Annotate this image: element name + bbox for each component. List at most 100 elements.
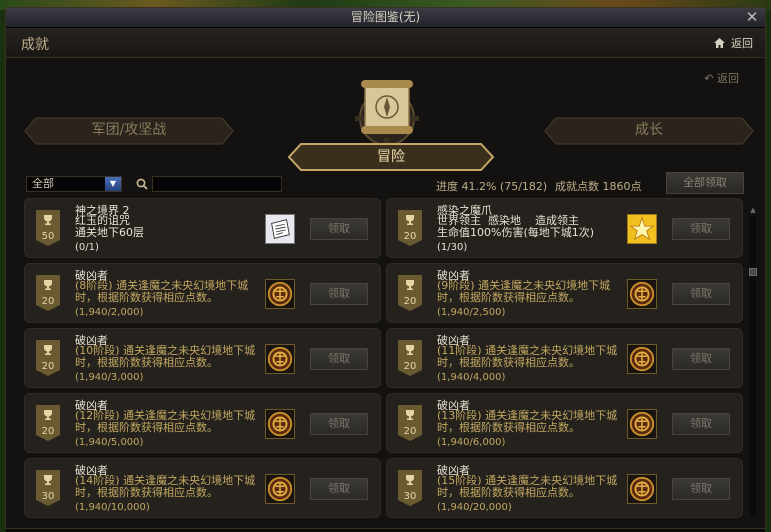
points-badge: 20 bbox=[398, 405, 422, 441]
search-icon[interactable] bbox=[136, 178, 148, 190]
achievement-card: 20 破凶者 (9阶段) 通关逢魔之未央幻境地下城时，根据阶数获得相应点数。 (… bbox=[386, 263, 743, 323]
achievement-desc: (13阶段) 通关逢魔之未央幻境地下城时，根据阶数获得相应点数。 bbox=[437, 409, 618, 434]
points-value: 20 bbox=[403, 231, 417, 242]
page-title: 成就 bbox=[21, 37, 49, 53]
emblem-reward-icon[interactable] bbox=[627, 279, 657, 309]
claim-button[interactable]: 领取 bbox=[672, 218, 730, 240]
tab-corps-siege[interactable]: 军团/攻坚战 bbox=[24, 117, 234, 145]
claim-button[interactable]: 领取 bbox=[310, 478, 368, 500]
category-select-value: 全部 bbox=[32, 177, 54, 190]
achievement-desc: (10阶段) 通关逢魔之未央幻境地下城时，根据阶数获得相应点数。 bbox=[75, 344, 256, 369]
tab-adventure[interactable]: 冒险 bbox=[287, 142, 495, 172]
emblem-reward-icon[interactable] bbox=[265, 409, 295, 439]
achievement-card: 20 破凶者 (10阶段) 通关逢魔之未央幻境地下城时，根据阶数获得相应点数。 … bbox=[24, 328, 381, 388]
claim-button[interactable]: 领取 bbox=[672, 348, 730, 370]
window-titlebar[interactable]: 冒险图鉴(无) ✕ bbox=[6, 8, 765, 28]
tab-corps-siege-label: 军团/攻坚战 bbox=[91, 122, 167, 138]
points-value: 20 bbox=[41, 361, 55, 372]
points-badge: 30 bbox=[36, 470, 60, 506]
gold-star-reward-icon[interactable] bbox=[627, 214, 657, 244]
achievement-progress: (1/30) bbox=[437, 242, 468, 253]
emblem-reward-icon[interactable] bbox=[627, 474, 657, 504]
scroll-track[interactable] bbox=[750, 216, 756, 516]
achievement-card: 20 破凶者 (11阶段) 通关逢魔之未央幻境地下城时，根据阶数获得相应点数。 … bbox=[386, 328, 743, 388]
achievement-progress: (1,940/4,000) bbox=[437, 372, 506, 383]
scroll-up-icon[interactable]: ▲ bbox=[749, 206, 757, 214]
achievement-progress: (1,940/3,000) bbox=[75, 372, 144, 383]
achievement-card: 20 感染之魔爪 世界领主 感染地 造成领主 生命值100%伤害(每地下城1次)… bbox=[386, 198, 743, 258]
points-value: 50 bbox=[41, 231, 55, 242]
achievement-card: 30 破凶者 (14阶段) 通关逢魔之未央幻境地下城时，根据阶数获得相应点数。 … bbox=[24, 458, 381, 518]
claim-button[interactable]: 领取 bbox=[310, 413, 368, 435]
claim-button[interactable]: 领取 bbox=[310, 283, 368, 305]
trophy-icon bbox=[406, 345, 414, 355]
emblem-reward-icon[interactable] bbox=[265, 474, 295, 504]
achievement-card: 50 神之境界 2 红玉的诅咒 通关地下60层 (0/1) 领取 bbox=[24, 198, 381, 258]
points-badge: 20 bbox=[398, 275, 422, 311]
achievement-points-readout: 成就点数 1860点 bbox=[555, 180, 642, 193]
trophy-icon bbox=[44, 345, 52, 355]
claim-button[interactable]: 领取 bbox=[672, 283, 730, 305]
home-return-button[interactable]: 返回 bbox=[714, 35, 753, 51]
points-badge: 20 bbox=[398, 210, 422, 246]
scroll-reward-icon[interactable] bbox=[265, 214, 295, 244]
scroll-compass-emblem-icon bbox=[355, 80, 419, 146]
points-value: 20 bbox=[403, 426, 417, 437]
achievement-progress: (1,940/2,500) bbox=[437, 307, 506, 318]
home-icon bbox=[714, 38, 725, 48]
achievement-card: 20 破凶者 (8阶段) 通关逢魔之未央幻境地下城时，根据阶数获得相应点数。 (… bbox=[24, 263, 381, 323]
trophy-icon bbox=[406, 215, 414, 225]
trophy-icon bbox=[406, 410, 414, 420]
claim-button[interactable]: 领取 bbox=[672, 478, 730, 500]
category-select[interactable]: 全部 ▼ bbox=[26, 176, 122, 192]
desc-line: 生命值100%伤害(每地下城1次) bbox=[437, 226, 595, 239]
points-value: 20 bbox=[41, 426, 55, 437]
achievement-desc: (9阶段) 通关逢魔之未央幻境地下城时，根据阶数获得相应点数。 bbox=[437, 279, 611, 304]
claim-all-button[interactable]: 全部领取 bbox=[666, 172, 744, 194]
points-badge: 20 bbox=[398, 340, 422, 376]
close-icon: ✕ bbox=[745, 8, 759, 26]
tab-growth[interactable]: 成长 bbox=[544, 117, 754, 145]
progress-readout: 进度 41.2% (75/182) bbox=[436, 180, 548, 193]
trophy-icon bbox=[44, 410, 52, 420]
achievement-desc: (14阶段) 通关逢魔之未央幻境地下城时，根据阶数获得相应点数。 bbox=[75, 474, 256, 499]
emblem-reward-icon[interactable] bbox=[265, 279, 295, 309]
achievement-progress: (1,940/2,000) bbox=[75, 307, 144, 318]
tab-growth-label: 成长 bbox=[635, 122, 663, 138]
points-badge: 50 bbox=[36, 210, 60, 246]
achievement-progress: (1,940/10,000) bbox=[75, 502, 150, 513]
emblem-reward-icon[interactable] bbox=[627, 409, 657, 439]
desc-line: 通关地下60层 bbox=[75, 226, 144, 239]
achievement-card: 20 破凶者 (13阶段) 通关逢魔之未央幻境地下城时，根据阶数获得相应点数。 … bbox=[386, 393, 743, 453]
section-header: 成就 返回 bbox=[6, 28, 765, 58]
list-scrollbar[interactable]: ▲ bbox=[748, 206, 758, 526]
claim-button[interactable]: 领取 bbox=[310, 218, 368, 240]
points-value: 30 bbox=[403, 491, 417, 502]
scroll-thumb[interactable] bbox=[749, 268, 757, 276]
points-value: 20 bbox=[403, 296, 417, 307]
achievement-progress: (0/1) bbox=[75, 242, 99, 253]
achievement-card: 20 破凶者 (12阶段) 通关逢魔之未央幻境地下城时，根据阶数获得相应点数。 … bbox=[24, 393, 381, 453]
tab-adventure-label: 冒险 bbox=[377, 149, 405, 165]
achievement-desc: 世界领主 感染地 造成领主 生命值100%伤害(每地下城1次) bbox=[437, 215, 637, 239]
emblem-reward-icon[interactable] bbox=[265, 344, 295, 374]
search-input[interactable] bbox=[152, 176, 282, 192]
chevron-down-icon[interactable]: ▼ bbox=[105, 177, 121, 191]
trophy-icon bbox=[406, 475, 414, 485]
emblem-reward-icon[interactable] bbox=[627, 344, 657, 374]
points-badge: 20 bbox=[36, 405, 60, 441]
points-value: 20 bbox=[403, 361, 417, 372]
points-badge: 30 bbox=[398, 470, 422, 506]
claim-button[interactable]: 领取 bbox=[310, 348, 368, 370]
achievement-card: 30 破凶者 (15阶段) 通关逢魔之未央幻境地下城时，根据阶数获得相应点数。 … bbox=[386, 458, 743, 518]
filter-row: 全部 ▼ 进度 41.2% (75/182) 成就点数 1860点 全部领取 bbox=[26, 172, 766, 196]
achievement-desc-2: 通关地下60层 bbox=[75, 227, 261, 239]
claim-button[interactable]: 领取 bbox=[672, 413, 730, 435]
achievement-desc: (8阶段) 通关逢魔之未央幻境地下城时，根据阶数获得相应点数。 bbox=[75, 279, 249, 304]
achievement-progress: (1,940/20,000) bbox=[437, 502, 512, 513]
trophy-icon bbox=[44, 215, 52, 225]
close-button[interactable]: ✕ bbox=[743, 9, 761, 26]
adventure-codex-window: 冒险图鉴(无) ✕ 成就 返回 ↶ 返回 军团/攻坚战 成长 冒险 全部 ▼ 进… bbox=[5, 7, 766, 529]
achievement-desc: (15阶段) 通关逢魔之未央幻境地下城时，根据阶数获得相应点数。 bbox=[437, 474, 618, 499]
achievement-desc: (11阶段) 通关逢魔之未央幻境地下城时，根据阶数获得相应点数。 bbox=[437, 344, 618, 369]
